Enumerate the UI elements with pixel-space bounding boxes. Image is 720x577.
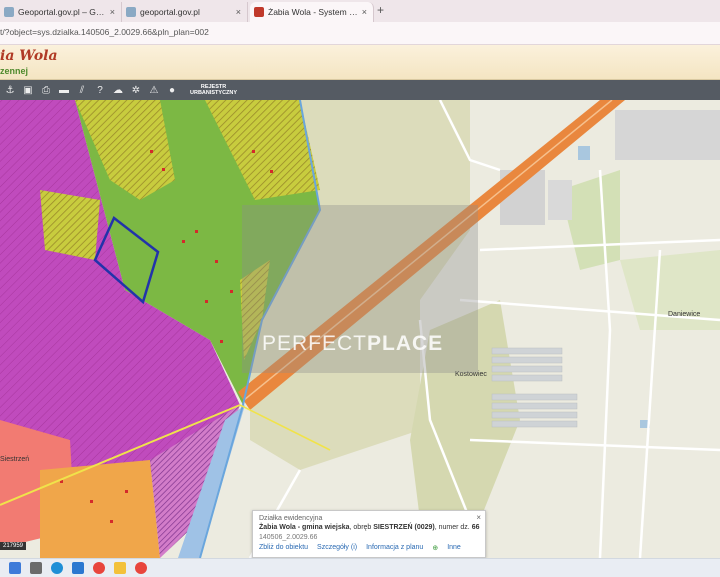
- parcel-numer: 66: [471, 524, 480, 531]
- browser-tab-bar: Geoportal.gov.pl – Geoportal In × geopor…: [0, 0, 720, 22]
- edge-icon[interactable]: [51, 562, 63, 574]
- place-label-daniewice: Daniewice: [668, 311, 701, 318]
- parcel-numer-prefix: , numer dz.: [434, 524, 472, 531]
- url-text[interactable]: t/?object=sys.dzialka.140506_2.0029.66&p…: [0, 27, 209, 37]
- cloud-icon[interactable]: ☁: [110, 85, 126, 96]
- zabia-wola-favicon-icon: [254, 7, 264, 17]
- geoportal-favicon-icon: [4, 7, 14, 17]
- tab-title: geoportal.gov.pl: [140, 7, 200, 17]
- parcel-obreb-prefix: , obręb: [349, 524, 374, 531]
- hatched-yellow-zone-3: [40, 190, 100, 260]
- parcel-gmina: Żabia Wola - gmina wiejska: [259, 524, 350, 531]
- car-icon[interactable]: ▬: [56, 85, 72, 96]
- rejestr-urbanistyczny-button[interactable]: REJESTR URBANISTYCZNY: [190, 84, 237, 96]
- orange-zone: [40, 460, 160, 558]
- map-toolbar: ⚓ ▣ ⎙ ▬ ⫽ ? ☁ ✲ ⚠ ● REJESTR URBANISTYCZN…: [0, 80, 720, 100]
- parcel-code: 140506_2.0029.66: [259, 534, 318, 541]
- address-bar[interactable]: t/?object=sys.dzialka.140506_2.0029.66&p…: [0, 22, 720, 45]
- close-tab-icon[interactable]: ×: [236, 7, 241, 17]
- files-icon[interactable]: [114, 562, 126, 574]
- industrial-building: [615, 110, 720, 160]
- tab-title: Żabia Wola - System Informacji: [268, 7, 358, 17]
- watermark-text: PERFECTPLACE: [262, 332, 443, 356]
- app-title: ia Wola: [0, 48, 58, 64]
- warning-icon[interactable]: ⚠: [146, 85, 162, 96]
- plus-circle-icon[interactable]: ⊕: [432, 544, 438, 552]
- app-subtitle: zennej: [0, 66, 29, 76]
- close-tab-icon[interactable]: ×: [362, 7, 367, 17]
- popup-links: Zbliż do obiektu Szczegóły (i) Informacj…: [259, 544, 461, 552]
- close-tab-icon[interactable]: ×: [110, 7, 115, 17]
- task-view-icon[interactable]: [30, 562, 42, 574]
- browser-tab-zabia-wola[interactable]: Żabia Wola - System Informacji ×: [250, 2, 374, 22]
- chrome-icon[interactable]: [93, 562, 105, 574]
- chrome-icon-2[interactable]: [135, 562, 147, 574]
- tab-title: Geoportal.gov.pl – Geoportal In: [18, 7, 106, 17]
- windows-taskbar: [0, 558, 720, 577]
- measure-icon[interactable]: ⫽: [74, 85, 90, 96]
- zoom-to-object-link[interactable]: Zbliż do obiektu: [259, 544, 308, 552]
- marker-icon[interactable]: ●: [164, 85, 180, 96]
- new-tab-button[interactable]: +: [377, 3, 384, 17]
- details-link[interactable]: Szczegóły (i): [317, 544, 357, 552]
- help-icon[interactable]: ?: [92, 85, 108, 96]
- water-pond: [578, 146, 590, 160]
- layers-icon[interactable]: ▣: [20, 85, 36, 96]
- place-label-siestrzen: Siestrzeń: [0, 456, 30, 463]
- start-icon[interactable]: [9, 562, 21, 574]
- geoportal-favicon-icon: [126, 7, 136, 17]
- scale-readout: 217959: [0, 542, 27, 550]
- plan-info-link[interactable]: Informacja z planu: [366, 544, 423, 552]
- popup-close-button[interactable]: ×: [476, 513, 481, 522]
- other-link[interactable]: Inne: [447, 544, 461, 552]
- parcel-info-popup: Działka ewidencyjna × Żabia Wola - gmina…: [252, 510, 486, 558]
- browser-tab-geoportal-1[interactable]: Geoportal.gov.pl – Geoportal In ×: [0, 2, 122, 22]
- rejestr-label-2: URBANISTYCZNY: [190, 90, 238, 96]
- pan-icon[interactable]: ⚓: [2, 85, 18, 96]
- watermark-left-text: PERFECT: [262, 332, 368, 355]
- settings-icon[interactable]: ✲: [128, 85, 144, 96]
- popup-header: Działka ewidencyjna: [259, 515, 323, 522]
- print-icon[interactable]: ⎙: [38, 85, 54, 96]
- parcel-obreb: SIESTRZEŃ (0029): [373, 524, 435, 531]
- parcel-description: Żabia Wola - gmina wiejska, obręb SIESTR…: [259, 524, 480, 531]
- app-header: ia Wola zennej: [0, 45, 720, 80]
- browser-tab-geoportal-2[interactable]: geoportal.gov.pl ×: [122, 2, 248, 22]
- warehouse-building-2: [548, 180, 572, 220]
- watermark-right-text: PLACE: [367, 332, 444, 355]
- mail-icon[interactable]: [72, 562, 84, 574]
